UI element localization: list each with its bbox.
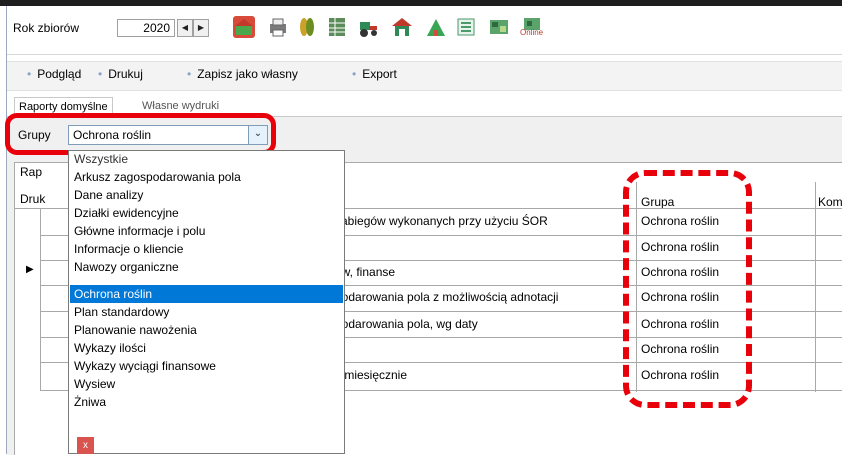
dropdown-option[interactable]: Wykazy wyciągi finansowe [74, 357, 216, 375]
dropdown-option[interactable]: Informacje o kliencie [74, 240, 183, 258]
column-divider [40, 208, 41, 390]
year-decrement-button[interactable]: ◀ [177, 19, 193, 37]
online-icon[interactable]: Online [520, 16, 548, 38]
group-column-highlight [623, 170, 752, 408]
dropdown-option[interactable]: Planowanie nawożenia [74, 321, 197, 339]
export-menu-item[interactable]: • Export [352, 67, 397, 81]
dropdown-option[interactable]: Plan standardowy [74, 303, 169, 321]
highlight-frame [5, 113, 276, 155]
barn-icon[interactable] [391, 16, 413, 38]
save-as-own-menu-item[interactable]: • Zapisz jako własny [187, 67, 298, 81]
dropdown-option[interactable]: Główne informacje i polu [74, 222, 205, 240]
report-name-cell: podarowania pola, wg daty [335, 317, 478, 331]
dropdown-option[interactable]: Arkusz zagospodarowania pola [74, 168, 241, 186]
dropdown-option[interactable]: Wysiew [74, 375, 115, 393]
list-icon[interactable] [455, 16, 477, 38]
year-increment-button[interactable]: ▶ [193, 19, 209, 37]
bullet-icon: • [98, 67, 103, 81]
farm-icon[interactable] [233, 16, 255, 38]
bullet-icon: • [27, 67, 32, 81]
window-top-band [0, 0, 842, 6]
report-name-cell: i, miesięcznie [335, 368, 408, 382]
sheet-icon[interactable] [326, 16, 348, 38]
dropdown-option[interactable]: Działki ewidencyjne [74, 204, 179, 222]
bullet-icon: • [352, 67, 357, 81]
dropdown-option-selected[interactable]: Ochrona roślin [74, 285, 152, 303]
year-input[interactable]: 2020 [117, 19, 175, 37]
toolbar-divider [7, 54, 842, 55]
preview-menu-item[interactable]: • Podgląd [27, 67, 81, 81]
column-header-print: Druk [20, 192, 46, 206]
column-header-comment[interactable]: Kom [818, 195, 842, 209]
close-icon[interactable]: x [77, 437, 94, 454]
dropdown-option[interactable]: Dane analizy [74, 186, 143, 204]
print-icon[interactable] [267, 16, 289, 38]
bullet-icon: • [187, 67, 192, 81]
column-header-report: Rap [20, 165, 43, 179]
dropdown-option[interactable]: Wykazy ilości [74, 339, 146, 357]
dropdown-option[interactable]: Żniwa [74, 393, 106, 411]
year-label: Rok zbiorów [13, 21, 80, 35]
report-name-cell: zabiegów wykonanych przy użyciu ŚOR [335, 214, 548, 228]
print-menu-item[interactable]: • Drukuj [98, 67, 143, 81]
field-icon[interactable] [425, 16, 447, 38]
tractor-icon[interactable] [358, 16, 380, 38]
crop-icon[interactable] [296, 16, 318, 38]
report-name-cell: podarowania pola z możliwością adnotacji [335, 290, 559, 304]
dropdown-option[interactable]: Nawozy organiczne [74, 258, 179, 276]
dropdown-option-all[interactable]: Wszystkie [74, 150, 128, 168]
map-icon[interactable] [488, 16, 510, 38]
online-label: Online [520, 28, 544, 37]
